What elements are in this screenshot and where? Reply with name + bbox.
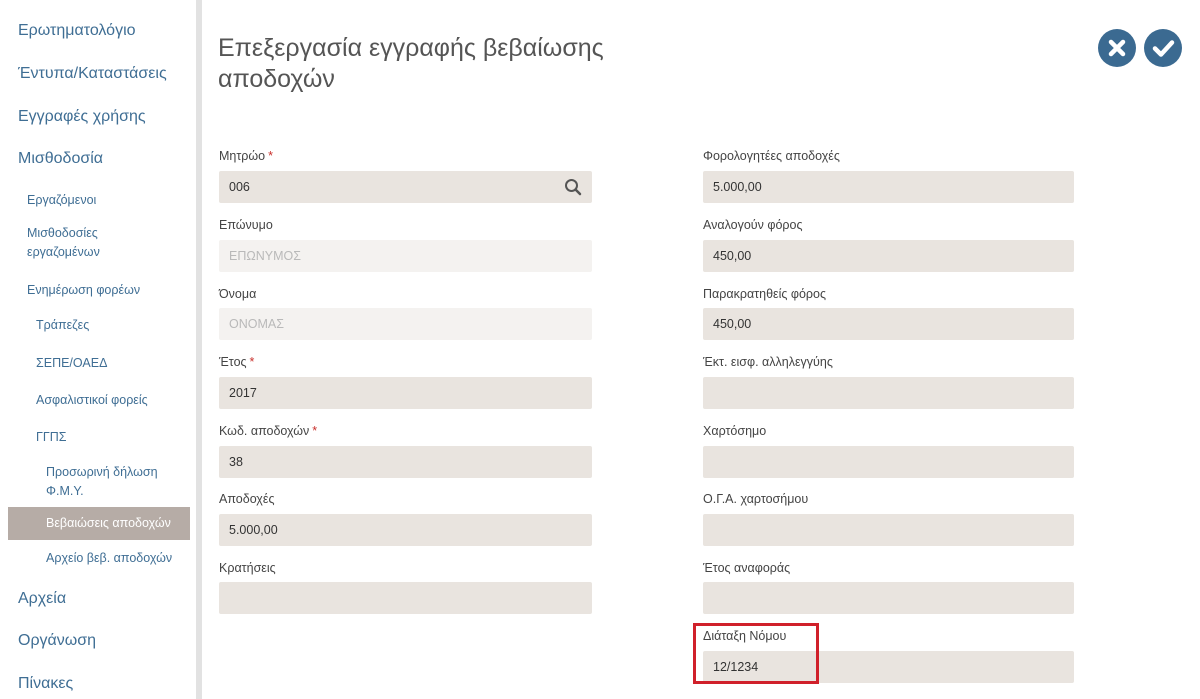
- save-button[interactable]: [1144, 29, 1182, 67]
- stamp-duty-input[interactable]: [703, 446, 1074, 478]
- sidebar-item-tables[interactable]: Πίνακες: [0, 675, 196, 693]
- solidarity-contribution-input[interactable]: [703, 377, 1074, 409]
- year-label: Έτος *: [219, 355, 255, 369]
- sidebar-item-earnings-certificates-archive[interactable]: Αρχείο βεβ. αποδοχών: [0, 549, 196, 568]
- sidebar-item-earnings-certificates[interactable]: Βεβαιώσεις αποδοχών: [8, 507, 190, 540]
- law-provision-label: Διάταξη Νόμου: [703, 629, 787, 643]
- registry-input[interactable]: 006: [219, 171, 592, 203]
- registry-label: Μητρώο *: [219, 149, 273, 163]
- sidebar-item-files[interactable]: Αρχεία: [0, 590, 196, 608]
- sidebar: Ερωτηματολόγιο Έντυπα/Καταστάσεις Εγγραφ…: [0, 0, 196, 699]
- page-title: Επεξεργασία εγγραφής βεβαίωσης αποδοχών: [218, 34, 604, 93]
- corresponding-tax-input[interactable]: 450,00: [703, 240, 1074, 272]
- withheld-tax-label: Παρακρατηθείς φόρος: [703, 287, 827, 301]
- check-icon: [1152, 40, 1175, 57]
- earnings-input[interactable]: 5.000,00: [219, 514, 592, 546]
- cancel-button[interactable]: [1098, 29, 1136, 67]
- oga-stamp-duty-input[interactable]: [703, 514, 1074, 546]
- reference-year-input[interactable]: [703, 582, 1074, 614]
- taxable-earnings-input[interactable]: 5.000,00: [703, 171, 1074, 203]
- stamp-duty-label: Χαρτόσημο: [703, 424, 767, 438]
- sidebar-item-forms-reports[interactable]: Έντυπα/Καταστάσεις: [0, 65, 196, 83]
- law-provision-input[interactable]: 12/1234: [703, 651, 1074, 683]
- first-name-input: ΟΝΟΜΑΣ: [219, 308, 592, 340]
- surname-label: Επώνυμο: [219, 218, 273, 232]
- taxable-earnings-label: Φορολογητέες αποδοχές: [703, 149, 840, 163]
- search-icon[interactable]: [564, 178, 582, 196]
- deductions-input[interactable]: [219, 582, 592, 614]
- sidebar-item-insurance-agencies[interactable]: Ασφαλιστικοί φορείς: [0, 393, 196, 407]
- first-name-label: Όνομα: [219, 287, 257, 301]
- surname-input: ΕΠΩΝΥΜΟΣ: [219, 240, 592, 272]
- corresponding-tax-label: Αναλογούν φόρος: [703, 218, 803, 232]
- sidebar-item-ggps[interactable]: ΓΓΠΣ: [0, 430, 196, 444]
- close-icon: [1108, 39, 1126, 57]
- sidebar-item-questionnaire[interactable]: Ερωτηματολόγιο: [0, 22, 196, 40]
- sidebar-item-employee-payrolls[interactable]: Μισθοδοσίες εργαζομένων: [0, 224, 150, 262]
- solidarity-contribution-label: Έκτ. εισφ. αλληλεγγύης: [703, 355, 833, 369]
- sidebar-item-usage-records[interactable]: Εγγραφές χρήσης: [0, 108, 196, 126]
- sidebar-item-employees[interactable]: Εργαζόμενοι: [0, 191, 196, 210]
- sidebar-item-temporary-fmy-declaration[interactable]: Προσωρινή δήλωση Φ.Μ.Υ.: [0, 463, 180, 501]
- deductions-label: Κρατήσεις: [219, 561, 276, 575]
- sidebar-item-sepe-oaed[interactable]: ΣΕΠΕ/ΟΑΕΔ: [0, 356, 196, 370]
- withheld-tax-input[interactable]: 450,00: [703, 308, 1074, 340]
- sidebar-item-banks[interactable]: Τράπεζες: [0, 318, 196, 332]
- earnings-code-label: Κωδ. αποδοχών *: [219, 424, 318, 438]
- reference-year-label: Έτος αναφοράς: [703, 561, 791, 575]
- earnings-code-input[interactable]: 38: [219, 446, 592, 478]
- main-content: Επεξεργασία εγγραφής βεβαίωσης αποδοχών …: [202, 0, 1200, 699]
- oga-stamp-duty-label: Ο.Γ.Α. χαρτοσήμου: [703, 492, 809, 506]
- sidebar-item-payroll[interactable]: Μισθοδοσία: [0, 150, 196, 168]
- sidebar-item-organization[interactable]: Οργάνωση: [0, 632, 196, 650]
- earnings-label: Αποδοχές: [219, 492, 275, 506]
- year-input[interactable]: 2017: [219, 377, 592, 409]
- sidebar-item-agency-updates[interactable]: Ενημέρωση φορέων: [0, 281, 196, 300]
